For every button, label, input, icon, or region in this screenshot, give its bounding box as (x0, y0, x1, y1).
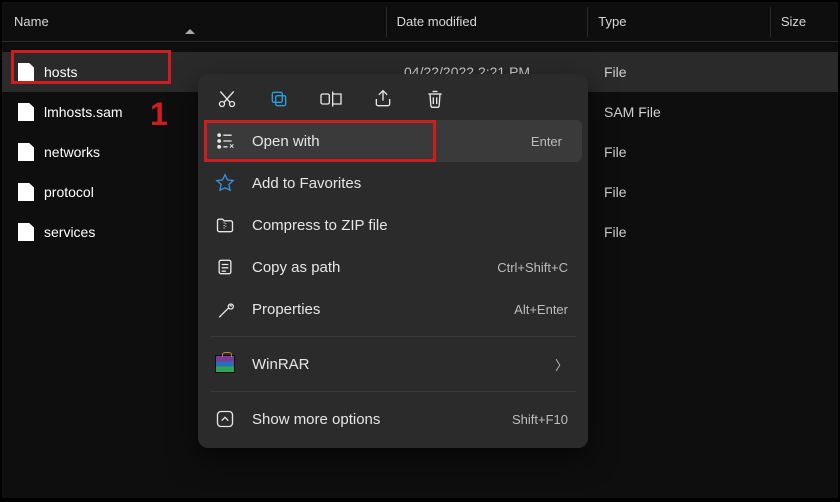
menu-open-with-shortcut: Enter (531, 134, 562, 149)
menu-separator (210, 391, 576, 392)
menu-properties-label: Properties (252, 301, 498, 318)
file-name: services (44, 224, 95, 240)
copy-icon[interactable] (268, 88, 290, 110)
col-divider (770, 7, 771, 37)
winrar-icon (214, 353, 236, 375)
menu-add-favorites[interactable]: Add to Favorites (198, 162, 588, 204)
menu-add-favorites-label: Add to Favorites (252, 175, 572, 192)
menu-compress-zip[interactable]: Compress to ZIP file (198, 204, 588, 246)
col-divider (386, 7, 387, 37)
file-type: SAM File (604, 104, 784, 120)
column-header-row: Name Date modified Type Size (2, 2, 838, 42)
copy-path-icon (214, 256, 236, 278)
col-header-size[interactable]: Size (781, 14, 838, 29)
file-type: File (604, 184, 784, 200)
file-name: protocol (44, 184, 94, 200)
file-icon (18, 103, 34, 121)
delete-icon[interactable] (424, 88, 446, 110)
chevron-right-icon: 〉 (555, 355, 568, 374)
col-header-date[interactable]: Date modified (397, 14, 588, 29)
zip-icon (214, 214, 236, 236)
file-icon (18, 63, 34, 81)
menu-winrar-label: WinRAR (252, 356, 539, 373)
cut-icon[interactable] (216, 88, 238, 110)
open-with-icon (214, 130, 236, 152)
col-header-type[interactable]: Type (598, 14, 770, 29)
menu-properties-shortcut: Alt+Enter (514, 302, 568, 317)
sort-asc-icon (185, 14, 195, 29)
menu-compress-zip-label: Compress to ZIP file (252, 217, 572, 234)
rename-icon[interactable] (320, 88, 342, 110)
col-header-name[interactable]: Name (14, 14, 386, 29)
file-type: File (604, 224, 784, 240)
menu-show-more[interactable]: Show more options Shift+F10 (198, 398, 588, 440)
file-type: File (604, 64, 784, 80)
file-icon (18, 183, 34, 201)
context-menu-toolbar (198, 80, 588, 120)
menu-open-with-label: Open with (252, 133, 515, 150)
file-name: networks (44, 144, 100, 160)
more-icon (214, 408, 236, 430)
menu-separator (210, 336, 576, 337)
file-icon (18, 223, 34, 241)
menu-copy-path-label: Copy as path (252, 259, 481, 276)
context-menu: Open with Enter Add to Favorites Compres… (198, 74, 588, 448)
file-name: lmhosts.sam (44, 104, 123, 120)
menu-properties[interactable]: Properties Alt+Enter (198, 288, 588, 330)
menu-show-more-label: Show more options (252, 411, 496, 428)
menu-show-more-shortcut: Shift+F10 (512, 412, 568, 427)
menu-copy-path-shortcut: Ctrl+Shift+C (497, 260, 568, 275)
file-icon (18, 143, 34, 161)
file-name: hosts (44, 64, 77, 80)
menu-open-with[interactable]: Open with Enter (204, 120, 582, 162)
col-header-name-label: Name (14, 14, 49, 29)
star-icon (214, 172, 236, 194)
file-type: File (604, 144, 784, 160)
properties-icon (214, 298, 236, 320)
col-divider (587, 7, 588, 37)
menu-winrar[interactable]: WinRAR 〉 (198, 343, 588, 385)
share-icon[interactable] (372, 88, 394, 110)
menu-copy-path[interactable]: Copy as path Ctrl+Shift+C (198, 246, 588, 288)
